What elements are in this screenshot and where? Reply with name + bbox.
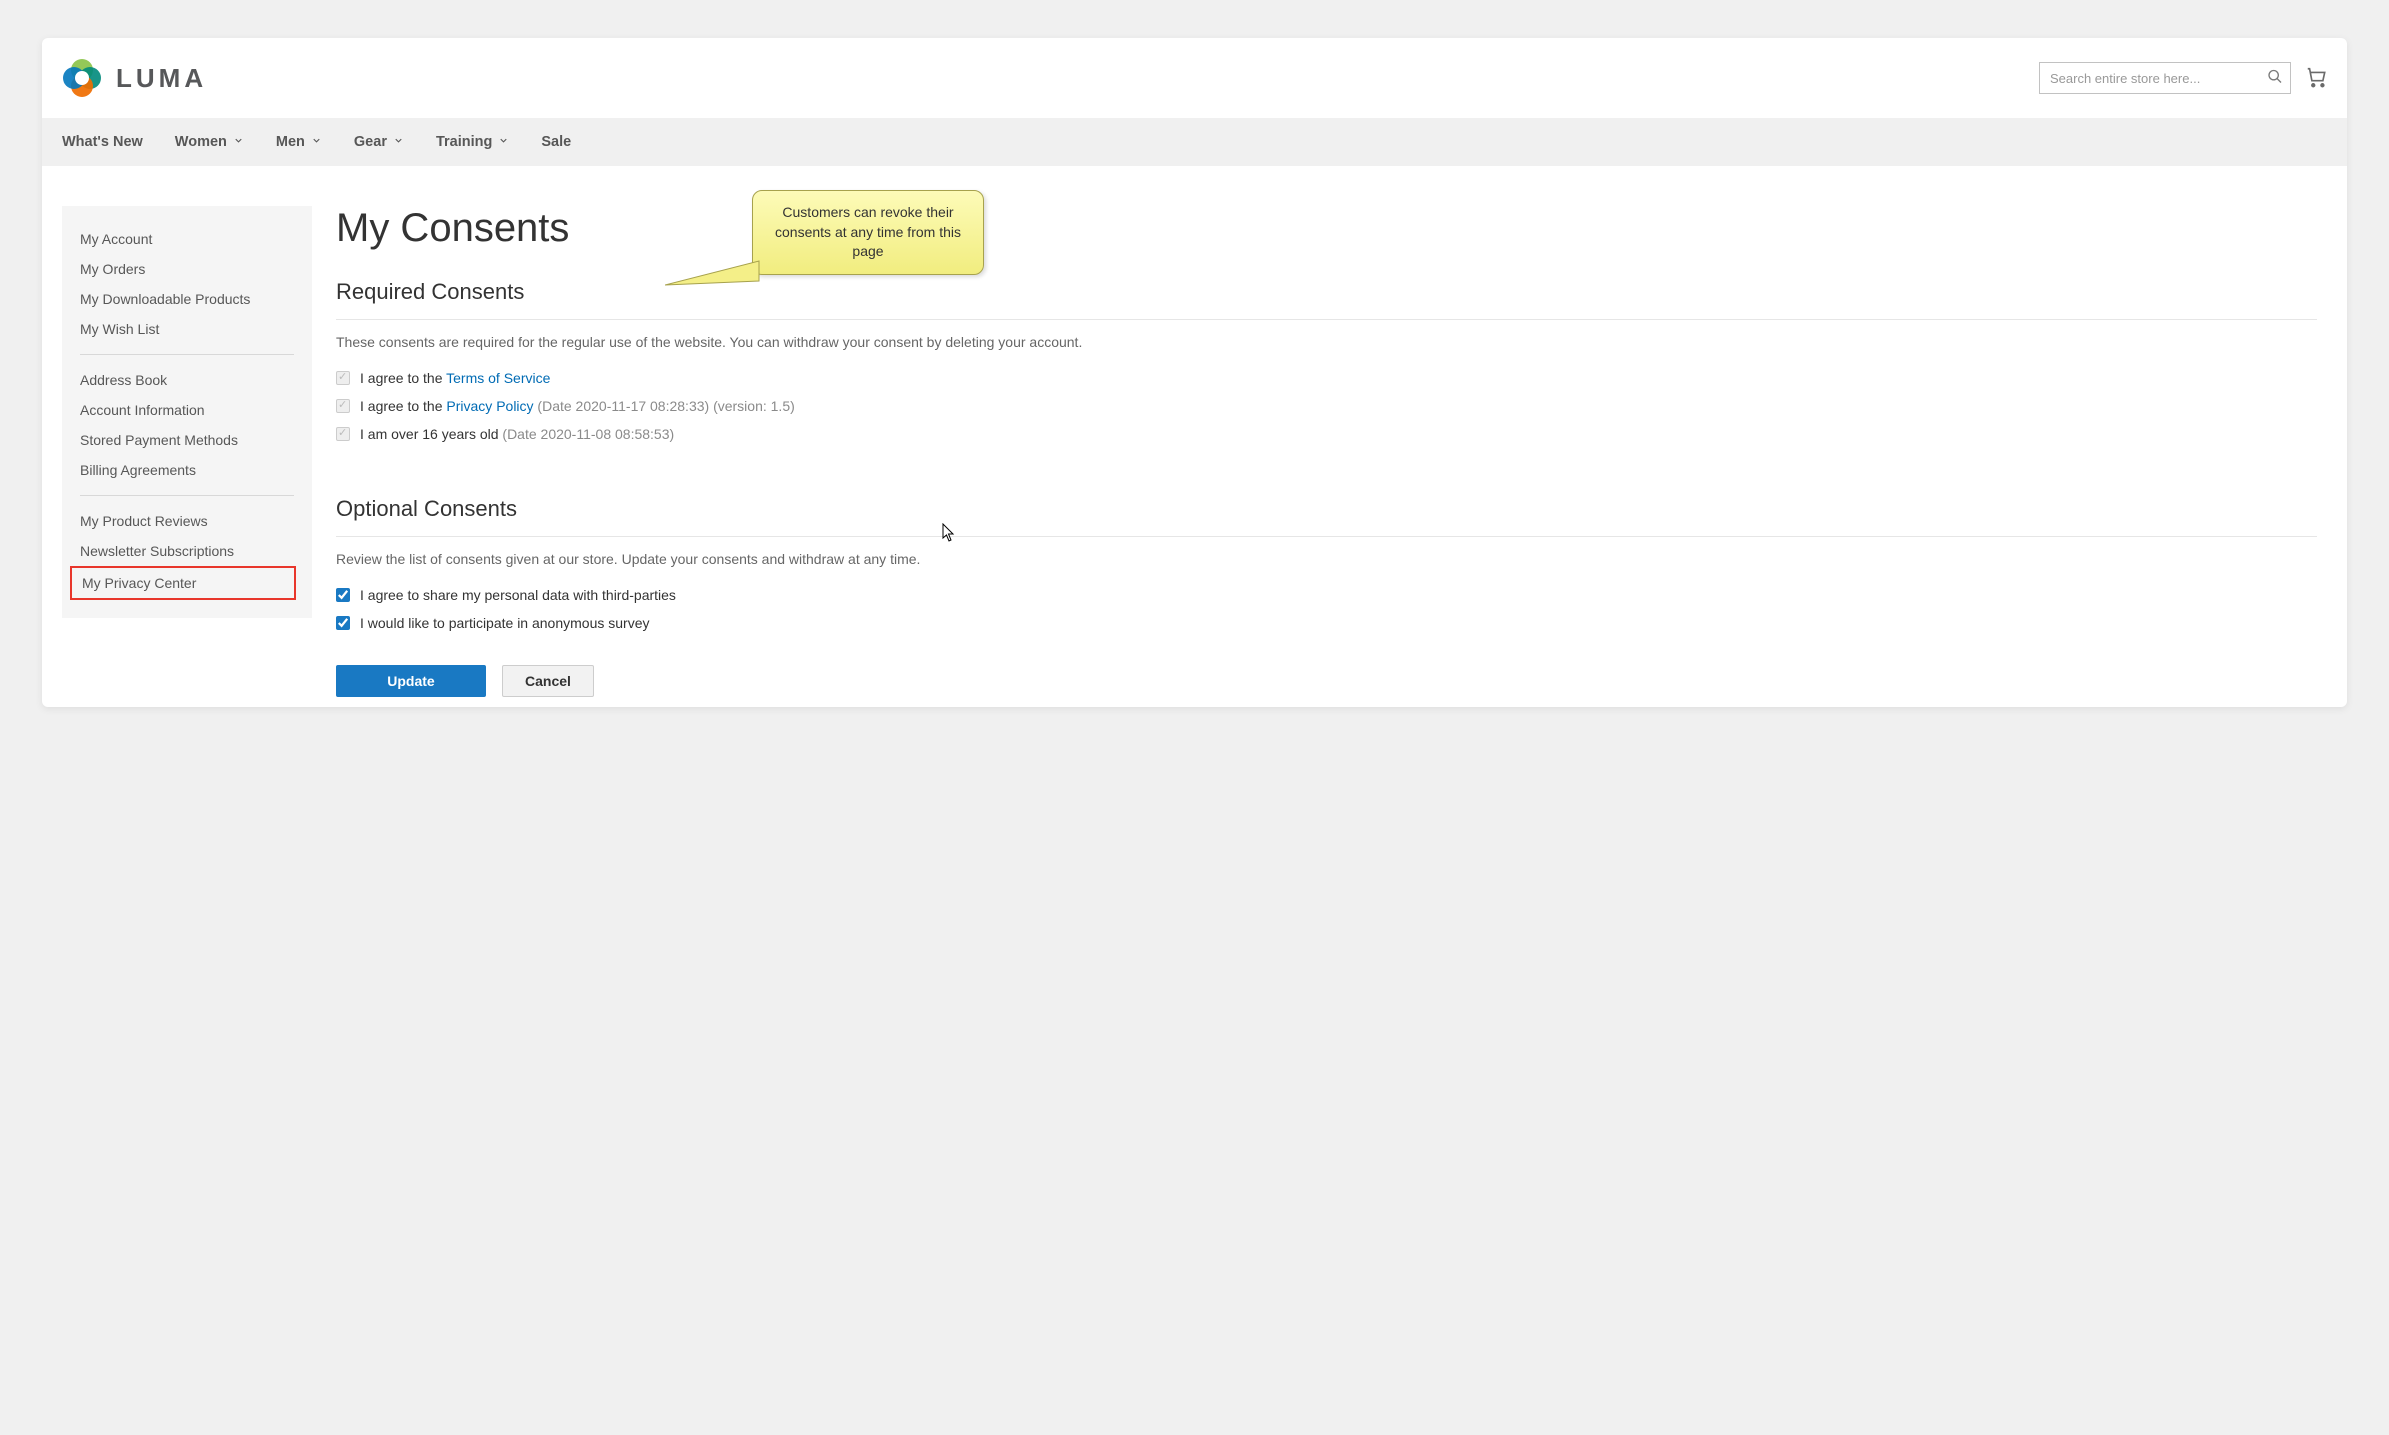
page-wrapper: LUMA What's New Women Men Gea: [42, 38, 2347, 707]
button-row: Update Cancel: [336, 665, 2317, 697]
cancel-button[interactable]: Cancel: [502, 665, 594, 697]
divider: [336, 319, 2317, 320]
search-box: [2039, 62, 2291, 94]
cursor-icon: [942, 523, 958, 546]
sidebar-item-stored-payment[interactable]: Stored Payment Methods: [80, 425, 294, 455]
search-input[interactable]: [2039, 62, 2291, 94]
update-button[interactable]: Update: [336, 665, 486, 697]
nav-women[interactable]: Women: [175, 134, 244, 150]
divider: [80, 354, 294, 355]
required-heading: Required Consents: [336, 279, 2317, 305]
consent-optional-thirdparty: I agree to share my personal data with t…: [336, 581, 2317, 609]
checkbox-thirdparty[interactable]: [336, 588, 350, 602]
consent-optional-survey: I would like to participate in anonymous…: [336, 609, 2317, 637]
sidebar-item-privacy-center[interactable]: My Privacy Center: [70, 566, 296, 600]
sidebar: My Account My Orders My Downloadable Pro…: [62, 206, 312, 618]
content: My Account My Orders My Downloadable Pro…: [42, 166, 2347, 707]
logo[interactable]: LUMA: [60, 56, 207, 100]
header-right: [2039, 62, 2327, 94]
checkbox-disabled-icon: [336, 399, 350, 413]
divider: [80, 495, 294, 496]
link-privacy-policy[interactable]: Privacy Policy: [446, 398, 533, 414]
nav-gear[interactable]: Gear: [354, 134, 404, 150]
chevron-down-icon: [393, 134, 404, 150]
search-icon[interactable]: [2267, 69, 2283, 88]
chevron-down-icon: [498, 134, 509, 150]
sidebar-item-address-book[interactable]: Address Book: [80, 365, 294, 395]
sidebar-item-billing[interactable]: Billing Agreements: [80, 455, 294, 485]
optional-desc: Review the list of consents given at our…: [336, 551, 2317, 567]
sidebar-item-my-orders[interactable]: My Orders: [80, 254, 294, 284]
callout-text: Customers can revoke their consents at a…: [775, 204, 961, 259]
nav-whats-new[interactable]: What's New: [62, 134, 143, 150]
sidebar-item-account-info[interactable]: Account Information: [80, 395, 294, 425]
callout-tail: [665, 259, 760, 293]
annotation-callout: Customers can revoke their consents at a…: [752, 190, 984, 275]
sidebar-item-my-account[interactable]: My Account: [80, 224, 294, 254]
consent-required-age: I am over 16 years old (Date 2020-11-08 …: [336, 420, 2317, 448]
sidebar-item-downloadable[interactable]: My Downloadable Products: [80, 284, 294, 314]
divider: [336, 536, 2317, 537]
logo-icon: [60, 56, 104, 100]
checkbox-survey[interactable]: [336, 616, 350, 630]
checkbox-disabled-icon: [336, 371, 350, 385]
sidebar-item-reviews[interactable]: My Product Reviews: [80, 506, 294, 536]
optional-heading: Optional Consents: [336, 496, 2317, 522]
nav-bar: What's New Women Men Gear Training Sale: [42, 118, 2347, 166]
checkbox-disabled-icon: [336, 427, 350, 441]
nav-sale[interactable]: Sale: [541, 134, 571, 150]
consent-required-privacy: I agree to the Privacy Policy (Date 2020…: [336, 392, 2317, 420]
chevron-down-icon: [233, 134, 244, 150]
nav-training[interactable]: Training: [436, 134, 509, 150]
cart-icon[interactable]: [2305, 66, 2327, 91]
sidebar-item-wish-list[interactable]: My Wish List: [80, 314, 294, 344]
main: My Consents Required Consents These cons…: [336, 206, 2327, 697]
nav-men[interactable]: Men: [276, 134, 322, 150]
page-title: My Consents: [336, 206, 2317, 251]
sidebar-item-newsletter[interactable]: Newsletter Subscriptions: [80, 536, 294, 566]
required-desc: These consents are required for the regu…: [336, 334, 2317, 350]
brand-name: LUMA: [116, 63, 207, 94]
consent-required-tos: I agree to the Terms of Service: [336, 364, 2317, 392]
chevron-down-icon: [311, 134, 322, 150]
link-terms-of-service[interactable]: Terms of Service: [446, 370, 550, 386]
header: LUMA: [42, 38, 2347, 118]
